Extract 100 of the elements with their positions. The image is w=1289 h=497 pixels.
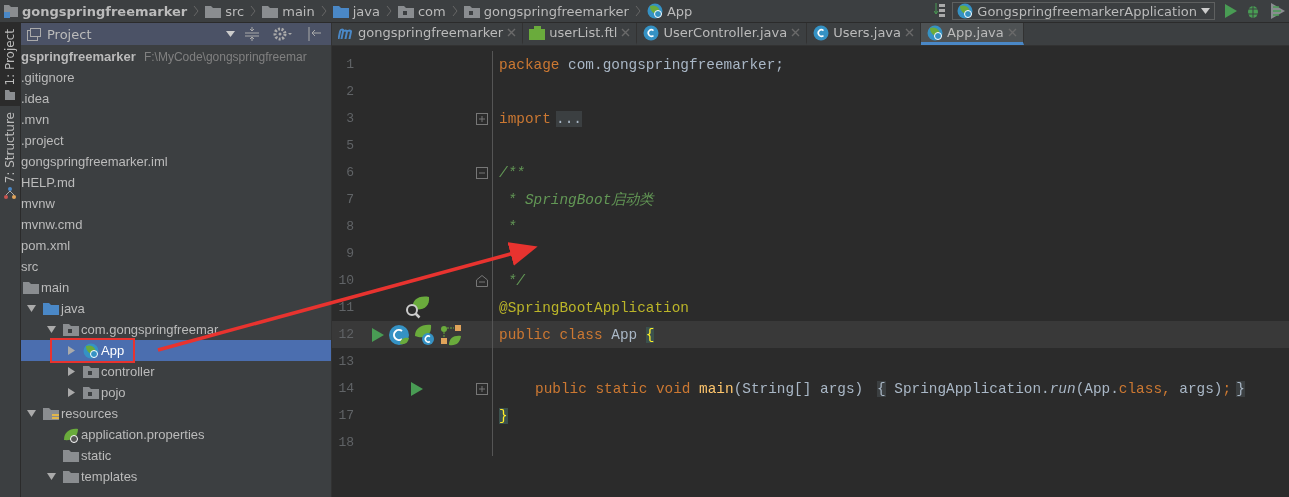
project-folder-icon bbox=[4, 4, 18, 18]
build-icon[interactable] bbox=[934, 3, 947, 19]
expanded-arrow-icon[interactable] bbox=[26, 409, 36, 418]
properties-icon bbox=[63, 426, 79, 443]
editor-tab[interactable]: gongspringfreemarker bbox=[332, 23, 524, 45]
caret-icon bbox=[226, 31, 235, 37]
editor-tab[interactable]: Users.java bbox=[807, 23, 921, 45]
beans-icon[interactable] bbox=[440, 323, 462, 346]
coverage-icon[interactable] bbox=[1269, 3, 1285, 19]
line-number: 6 bbox=[345, 165, 354, 180]
package-icon bbox=[397, 4, 414, 18]
line-number: 1 bbox=[345, 57, 354, 72]
line-number: 3 bbox=[345, 111, 354, 126]
folder-icon bbox=[5, 89, 15, 100]
close-icon[interactable] bbox=[507, 28, 517, 37]
fold-expand-icon[interactable] bbox=[476, 112, 488, 125]
tree-item[interactable]: templates bbox=[21, 466, 331, 487]
class-icon bbox=[813, 24, 830, 41]
line-number: 18 bbox=[337, 435, 354, 450]
tree-item[interactable]: mvnw bbox=[21, 193, 331, 214]
spring-class-icon[interactable] bbox=[414, 323, 436, 346]
expanded-arrow-icon[interactable] bbox=[46, 325, 56, 334]
chevron-icon bbox=[385, 5, 392, 17]
tree-item[interactable]: gspringfreemarker F:\MyCode\gongspringfreemar bbox=[21, 46, 331, 67]
close-icon[interactable] bbox=[905, 28, 914, 37]
breadcrumb-item[interactable]: com bbox=[397, 3, 446, 19]
tree-item[interactable]: .mvn bbox=[21, 109, 331, 130]
code-line: * bbox=[506, 218, 517, 235]
line-number: 10 bbox=[337, 273, 354, 288]
line-number: 2 bbox=[345, 84, 354, 99]
code-line: /** bbox=[499, 164, 525, 181]
tree-item[interactable]: static bbox=[21, 445, 331, 466]
tree-item[interactable]: src bbox=[21, 256, 331, 277]
collapsed-arrow-icon[interactable] bbox=[66, 367, 76, 376]
package-icon bbox=[63, 323, 79, 336]
folder-icon bbox=[43, 302, 59, 315]
project-path: F:\MyCode\gongspringfreemar bbox=[143, 49, 307, 64]
tree-item[interactable]: com.gongspringfreemar bbox=[21, 319, 331, 340]
folder-icon bbox=[262, 4, 279, 18]
tree-item[interactable]: gongspringfreemarker.iml bbox=[21, 151, 331, 172]
breadcrumb-item[interactable]: gongspringfreemarker bbox=[463, 3, 629, 19]
tree-item[interactable]: java bbox=[21, 298, 331, 319]
caret-icon bbox=[1201, 8, 1210, 14]
tree-item[interactable]: HELP.md bbox=[21, 172, 331, 193]
tree-item[interactable]: main bbox=[21, 277, 331, 298]
tree-item[interactable]: App bbox=[21, 340, 331, 361]
run-icon[interactable] bbox=[372, 327, 384, 342]
run-icon[interactable] bbox=[1225, 4, 1237, 18]
editor-tab[interactable]: App.java bbox=[921, 23, 1024, 45]
chevron-icon bbox=[193, 5, 200, 17]
tree-item[interactable]: resources bbox=[21, 403, 331, 424]
maven-icon bbox=[338, 26, 354, 39]
template-file-icon bbox=[529, 25, 546, 40]
tree-item[interactable]: .gitignore bbox=[21, 67, 331, 88]
debug-icon[interactable] bbox=[1245, 3, 1261, 19]
tree-item[interactable]: application.properties bbox=[21, 424, 331, 445]
tree-item[interactable]: .project bbox=[21, 130, 331, 151]
side-tab[interactable]: 7: Structure bbox=[0, 105, 20, 205]
tree-item[interactable]: controller bbox=[21, 361, 331, 382]
expanded-arrow-icon[interactable] bbox=[26, 304, 36, 313]
chevron-icon bbox=[451, 5, 458, 17]
tree-item[interactable]: pojo bbox=[21, 382, 331, 403]
package-icon bbox=[83, 386, 99, 399]
breadcrumb-item[interactable]: App bbox=[646, 3, 693, 19]
resources-folder-icon bbox=[43, 406, 59, 421]
breadcrumb-item[interactable]: main bbox=[262, 3, 315, 19]
folder-icon bbox=[332, 4, 349, 18]
editor-tab[interactable]: UserController.java bbox=[637, 23, 808, 45]
side-tab[interactable]: 1: Project bbox=[0, 23, 20, 106]
fold-expand-icon[interactable] bbox=[476, 382, 488, 395]
line-number: 11 bbox=[337, 300, 354, 315]
editor-tab[interactable]: userList.ftl bbox=[523, 23, 638, 45]
breadcrumb-item[interactable]: java bbox=[332, 3, 380, 19]
tree-item[interactable]: mvnw.cmd bbox=[21, 214, 331, 235]
bean-search-icon[interactable] bbox=[403, 294, 431, 321]
fold-end-icon[interactable] bbox=[476, 274, 488, 287]
line-number: 17 bbox=[337, 408, 354, 423]
run-configuration-dropdown[interactable]: GongspringfreemarkerApplication bbox=[952, 2, 1215, 20]
close-icon[interactable] bbox=[621, 28, 631, 37]
breadcrumb-item[interactable]: gongspringfreemarker bbox=[4, 3, 188, 19]
collapsed-arrow-icon[interactable] bbox=[66, 346, 76, 355]
folder-icon bbox=[63, 470, 79, 483]
tree-item[interactable]: pom.xml bbox=[21, 235, 331, 256]
chevron-icon bbox=[634, 5, 641, 17]
close-icon[interactable] bbox=[791, 28, 801, 37]
breadcrumb-item[interactable]: src bbox=[205, 3, 245, 19]
spring-class-icon bbox=[83, 342, 99, 359]
spring-class-icon bbox=[646, 3, 663, 19]
class-icon[interactable] bbox=[388, 323, 410, 346]
line-number: 8 bbox=[345, 219, 354, 234]
fold-collapse-icon[interactable] bbox=[476, 166, 488, 179]
collapsed-arrow-icon[interactable] bbox=[66, 388, 76, 397]
line-number: 14 bbox=[337, 381, 354, 396]
chevron-icon bbox=[320, 5, 327, 17]
tree-item[interactable]: .idea bbox=[21, 88, 331, 109]
code-line: public class App { bbox=[499, 326, 655, 343]
package-icon bbox=[83, 365, 99, 378]
run-icon[interactable] bbox=[411, 381, 423, 396]
expanded-arrow-icon[interactable] bbox=[46, 472, 56, 481]
folder-icon bbox=[23, 281, 39, 294]
